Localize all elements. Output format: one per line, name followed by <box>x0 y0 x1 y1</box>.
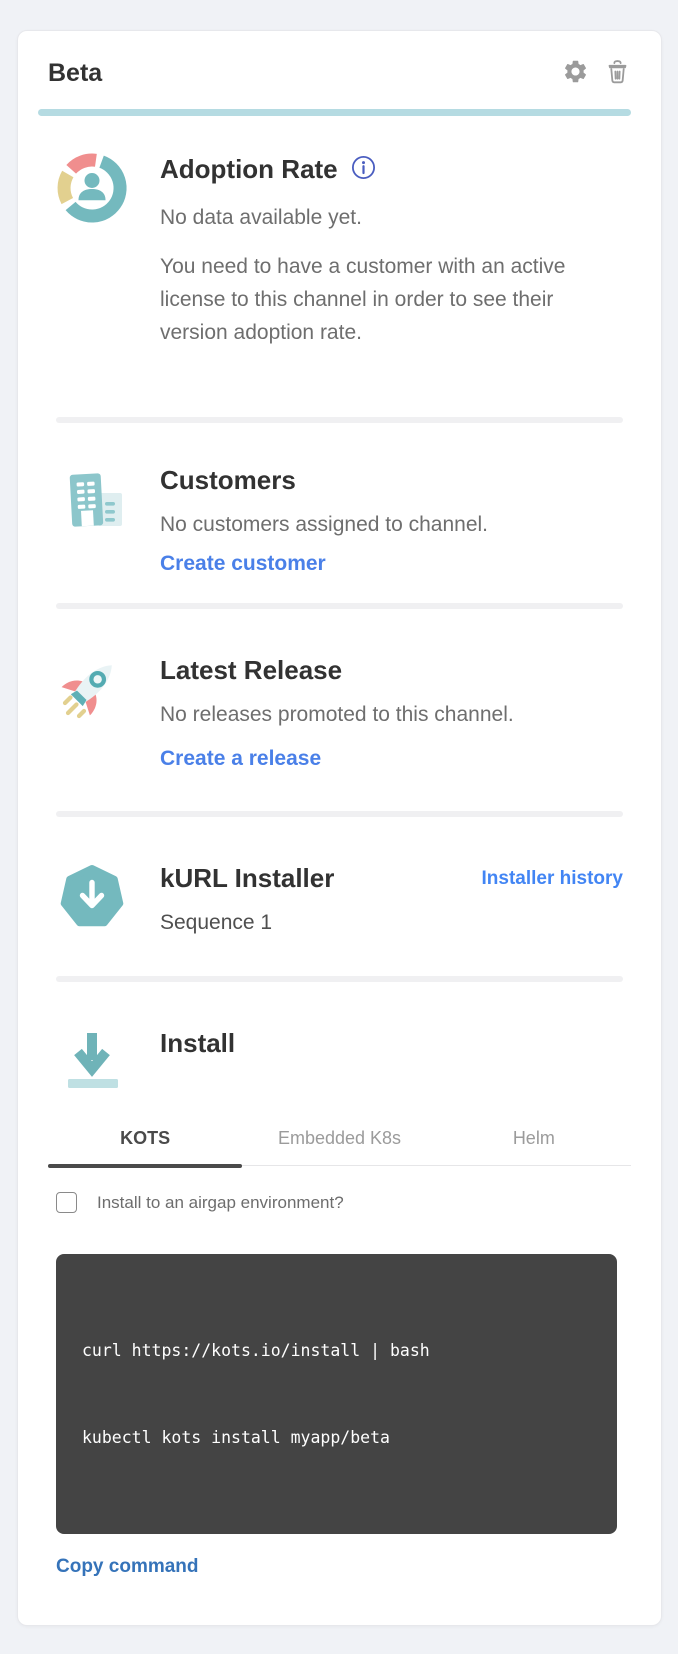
customers-title: Customers <box>160 465 296 495</box>
copy-command-link[interactable]: Copy command <box>56 1556 199 1578</box>
channel-card: Beta <box>17 30 662 1626</box>
tab-helm[interactable]: Helm <box>437 1118 631 1165</box>
info-icon[interactable] <box>350 154 377 186</box>
command-line: curl https://kots.io/install | bash <box>82 1336 591 1365</box>
download-icon <box>56 1026 128 1098</box>
adoption-empty-message: You need to have a customer with an acti… <box>160 250 623 349</box>
section-latest-release: Latest Release No releases promoted to t… <box>48 609 631 811</box>
channel-settings-button[interactable] <box>562 58 589 88</box>
card-header: Beta <box>48 57 631 89</box>
section-kurl-installer: kURL Installer Installer history Sequenc… <box>48 817 631 976</box>
customers-empty-message: No customers assigned to channel. <box>160 510 623 539</box>
kurl-heptagon-download-icon <box>56 861 128 938</box>
section-customers: Customers No customers assigned to chann… <box>48 423 631 603</box>
channel-title: Beta <box>48 57 102 89</box>
delete-channel-button[interactable] <box>604 58 631 88</box>
latest-release-title: Latest Release <box>160 655 342 685</box>
rocket-icon <box>56 653 128 771</box>
adoption-empty-title: No data available yet. <box>160 203 623 232</box>
adoption-rate-title: Adoption Rate <box>160 152 338 187</box>
create-customer-link[interactable]: Create customer <box>160 552 326 576</box>
adoption-rate-donut-icon <box>56 152 128 349</box>
airgap-checkbox[interactable] <box>56 1192 77 1213</box>
buildings-icon <box>56 463 128 576</box>
installer-sequence: Sequence 1 <box>160 908 623 938</box>
airgap-row: Install to an airgap environment? <box>48 1192 631 1213</box>
install-command-block: curl https://kots.io/install | bash kube… <box>56 1254 617 1534</box>
command-line: kubectl kots install myapp/beta <box>82 1423 591 1452</box>
section-install: Install <box>48 982 631 1098</box>
release-empty-message: No releases promoted to this channel. <box>160 700 623 729</box>
trash-icon <box>604 58 631 88</box>
section-adoption-rate: Adoption Rate No data available yet. You… <box>48 116 631 417</box>
install-title: Install <box>160 1028 235 1058</box>
gear-icon <box>562 58 589 88</box>
installer-history-link[interactable]: Installer history <box>482 864 624 894</box>
header-actions <box>562 58 631 88</box>
channel-accent-bar <box>38 109 631 116</box>
install-tabs: KOTS Embedded K8s Helm <box>48 1118 631 1166</box>
airgap-checkbox-label[interactable]: Install to an airgap environment? <box>97 1193 344 1213</box>
tab-kots[interactable]: KOTS <box>48 1118 242 1165</box>
kurl-installer-title: kURL Installer <box>160 861 334 896</box>
create-release-link[interactable]: Create a release <box>160 747 321 771</box>
tab-embedded-k8s[interactable]: Embedded K8s <box>242 1118 436 1165</box>
